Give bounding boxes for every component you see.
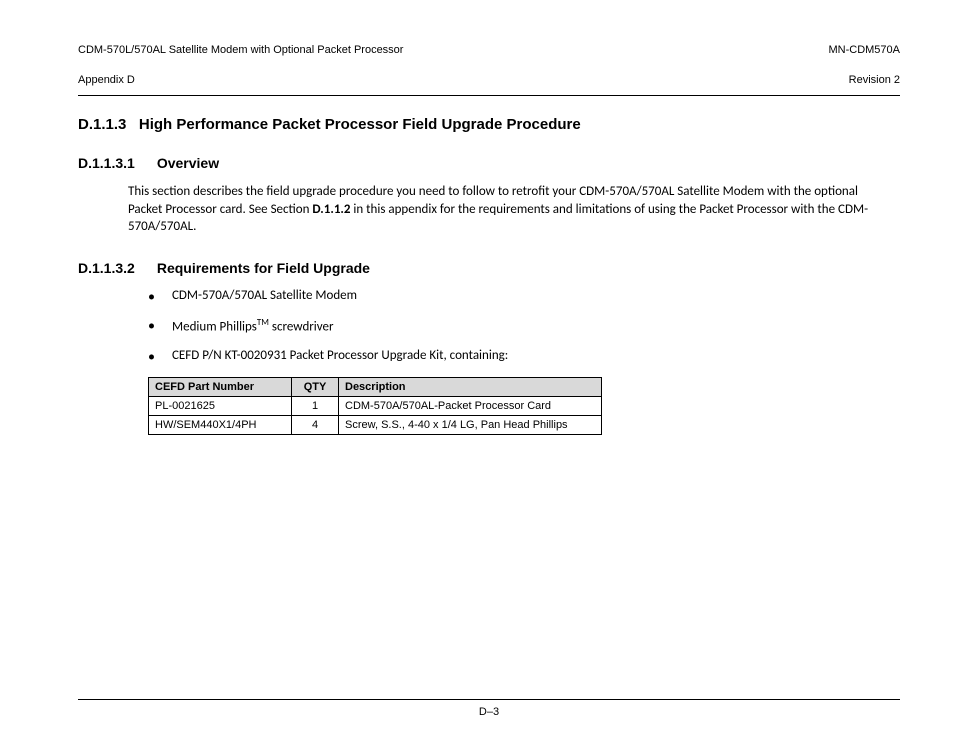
table-header-qty: QTY (292, 378, 339, 397)
header-rule (78, 95, 900, 96)
table-cell-part: HW/SEM440X1/4PH (149, 416, 292, 435)
heading-d1132-title: Requirements for Field Upgrade (157, 260, 370, 276)
table-row: PL-0021625 1 CDM-570A/570AL-Packet Proce… (149, 397, 602, 416)
heading-d1132: D.1.1.3.2 Requirements for Field Upgrade (78, 260, 900, 276)
header-left-line1: CDM-570L/570AL Satellite Modem with Opti… (78, 44, 403, 56)
table-header-desc: Description (339, 378, 602, 397)
trademark-symbol: TM (257, 317, 269, 328)
heading-d1131: D.1.1.3.1 Overview (78, 155, 900, 171)
table-cell-part: PL-0021625 (149, 397, 292, 416)
table-row: HW/SEM440X1/4PH 4 Screw, S.S., 4-40 x 1/… (149, 416, 602, 435)
requirements-list: CDM-570A/570AL Satellite Modem Medium Ph… (148, 288, 900, 363)
upgrade-kit-table: CEFD Part Number QTY Description PL-0021… (148, 377, 602, 435)
table-header-part: CEFD Part Number (149, 378, 292, 397)
list-item-text-post: screwdriver (269, 319, 334, 334)
heading-d1132-number: D.1.1.3.2 (78, 260, 135, 276)
table-cell-qty: 1 (292, 397, 339, 416)
page-footer: D–3 (78, 699, 900, 718)
list-item-text: CDM-570A/570AL Satellite Modem (172, 288, 357, 303)
list-item: CEFD P/N KT-0020931 Packet Processor Upg… (148, 348, 900, 363)
table-cell-qty: 4 (292, 416, 339, 435)
table-header-row: CEFD Part Number QTY Description (149, 378, 602, 397)
heading-d1131-number: D.1.1.3.1 (78, 155, 135, 171)
footer-rule (78, 699, 900, 700)
heading-d113-title: High Performance Packet Processor Field … (139, 116, 581, 133)
page-number: D–3 (479, 706, 499, 718)
table-cell-desc: Screw, S.S., 4-40 x 1/4 LG, Pan Head Phi… (339, 416, 602, 435)
list-item: CDM-570A/570AL Satellite Modem (148, 288, 900, 303)
page: CDM-570L/570AL Satellite Modem with Opti… (0, 0, 954, 738)
table-cell-desc: CDM-570A/570AL-Packet Processor Card (339, 397, 602, 416)
header-left: CDM-570L/570AL Satellite Modem with Opti… (78, 28, 403, 87)
list-item: Medium PhillipsTM screwdriver (148, 317, 900, 334)
list-item-text: CEFD P/N KT-0020931 Packet Processor Upg… (172, 348, 508, 363)
overview-text-bold: D.1.1.2 (312, 202, 350, 217)
header-right-line1: MN-CDM570A (828, 44, 900, 56)
header-right: MN-CDM570A Revision 2 (828, 28, 900, 87)
heading-d113: D.1.1.3 High Performance Packet Processo… (78, 116, 900, 133)
list-item-text-pre: Medium Phillips (172, 319, 257, 334)
header-right-line2: Revision 2 (849, 74, 900, 86)
header-left-line2: Appendix D (78, 74, 135, 86)
heading-d1131-title: Overview (157, 155, 219, 171)
page-header: CDM-570L/570AL Satellite Modem with Opti… (78, 28, 900, 87)
heading-d113-number: D.1.1.3 (78, 116, 126, 133)
overview-paragraph: This section describes the field upgrade… (128, 183, 892, 236)
